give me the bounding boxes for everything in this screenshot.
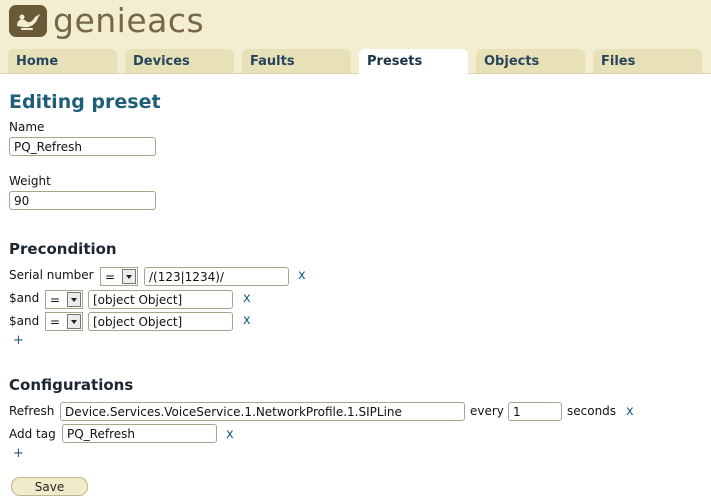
precondition-value-input[interactable]: [144, 267, 289, 286]
tab-objects[interactable]: Objects: [476, 49, 585, 73]
tag-input[interactable]: [62, 424, 217, 443]
tab-faults[interactable]: Faults: [242, 49, 351, 73]
operator-select[interactable]: =: [45, 290, 83, 309]
remove-config-button[interactable]: x: [626, 404, 634, 419]
add-condition-button[interactable]: +: [13, 333, 24, 348]
precondition-key: $and: [9, 314, 40, 328]
page-title: Editing preset: [9, 91, 161, 113]
remove-condition-button[interactable]: x: [243, 313, 251, 328]
precondition-value-input[interactable]: [88, 312, 233, 331]
precondition-value-input[interactable]: [88, 290, 233, 309]
refresh-path-input[interactable]: [60, 402, 465, 421]
precondition-key: Serial number: [9, 268, 94, 282]
genie-lamp-icon: [9, 5, 47, 37]
seconds-label: seconds: [567, 404, 617, 418]
app-header: genieacs Home Devices Faults Presets Obj…: [0, 0, 711, 74]
precondition-heading: Precondition: [9, 240, 117, 258]
add-tag-label: Add tag: [9, 427, 56, 441]
tab-home[interactable]: Home: [8, 49, 117, 73]
name-input[interactable]: [9, 137, 156, 156]
refresh-label: Refresh: [9, 404, 55, 418]
chevron-down-icon: [67, 292, 81, 307]
weight-input[interactable]: [9, 191, 156, 210]
chevron-down-icon: [122, 269, 136, 284]
remove-condition-button[interactable]: x: [243, 291, 251, 306]
precondition-key: $and: [9, 291, 40, 305]
logo-text: genieacs: [53, 1, 205, 40]
operator-select[interactable]: =: [45, 312, 83, 331]
add-configuration-button[interactable]: +: [13, 446, 24, 461]
configurations-heading: Configurations: [9, 376, 134, 394]
refresh-interval-input[interactable]: [508, 402, 562, 421]
operator-select[interactable]: =: [100, 267, 138, 286]
tab-presets[interactable]: Presets: [359, 49, 468, 74]
save-button[interactable]: Save: [11, 477, 88, 496]
chevron-down-icon: [67, 314, 81, 329]
tab-devices[interactable]: Devices: [125, 49, 234, 73]
tab-files[interactable]: Files: [593, 49, 702, 73]
name-label: Name: [9, 120, 45, 134]
weight-label: Weight: [9, 174, 51, 188]
logo[interactable]: genieacs: [9, 3, 204, 39]
remove-config-button[interactable]: x: [226, 427, 234, 442]
every-label: every: [470, 404, 504, 418]
remove-condition-button[interactable]: x: [298, 268, 306, 283]
